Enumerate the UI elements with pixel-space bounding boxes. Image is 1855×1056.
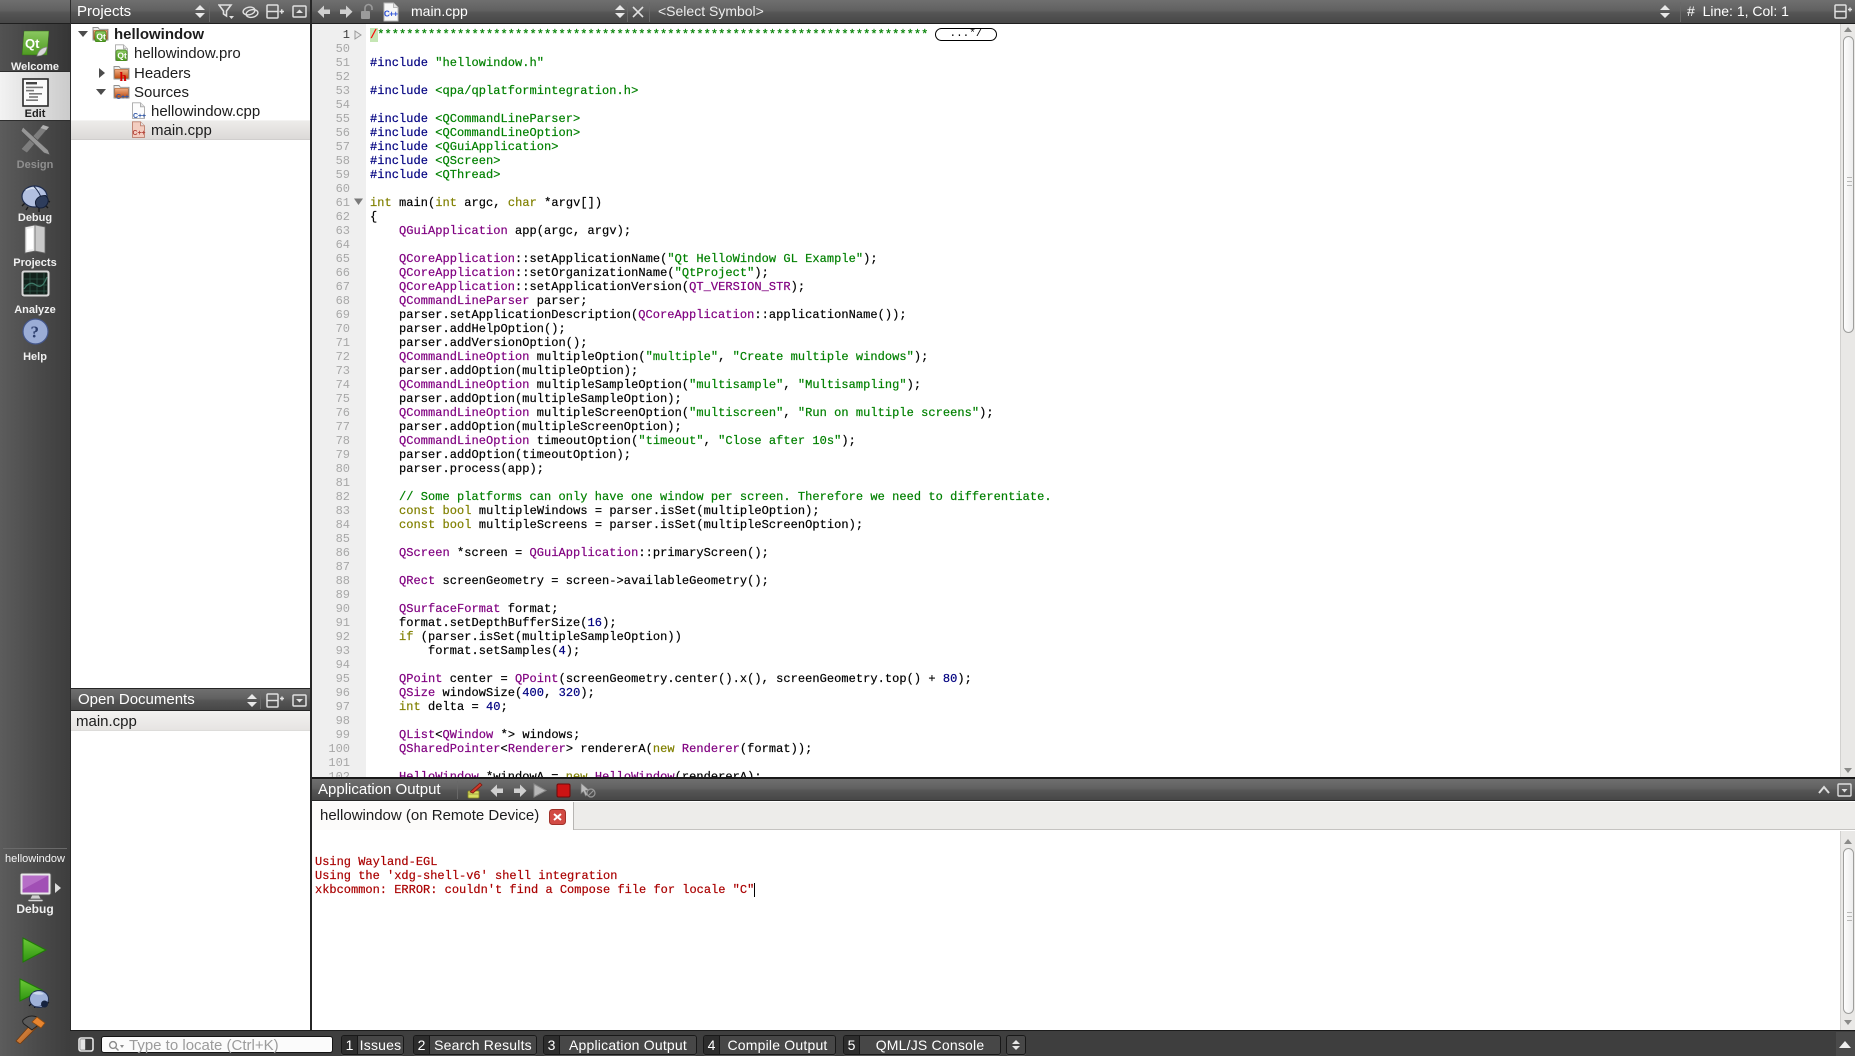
svg-text:Qt: Qt xyxy=(25,36,40,51)
svg-text:Qt: Qt xyxy=(96,32,106,42)
svg-text:C++: C++ xyxy=(384,10,398,19)
svg-text:C++: C++ xyxy=(133,130,146,137)
svg-text:h: h xyxy=(120,69,128,81)
svg-text:?: ? xyxy=(31,323,40,342)
svg-text:Qt: Qt xyxy=(117,51,127,61)
svg-text:C++: C++ xyxy=(116,94,129,100)
svg-text:C++: C++ xyxy=(133,113,146,119)
